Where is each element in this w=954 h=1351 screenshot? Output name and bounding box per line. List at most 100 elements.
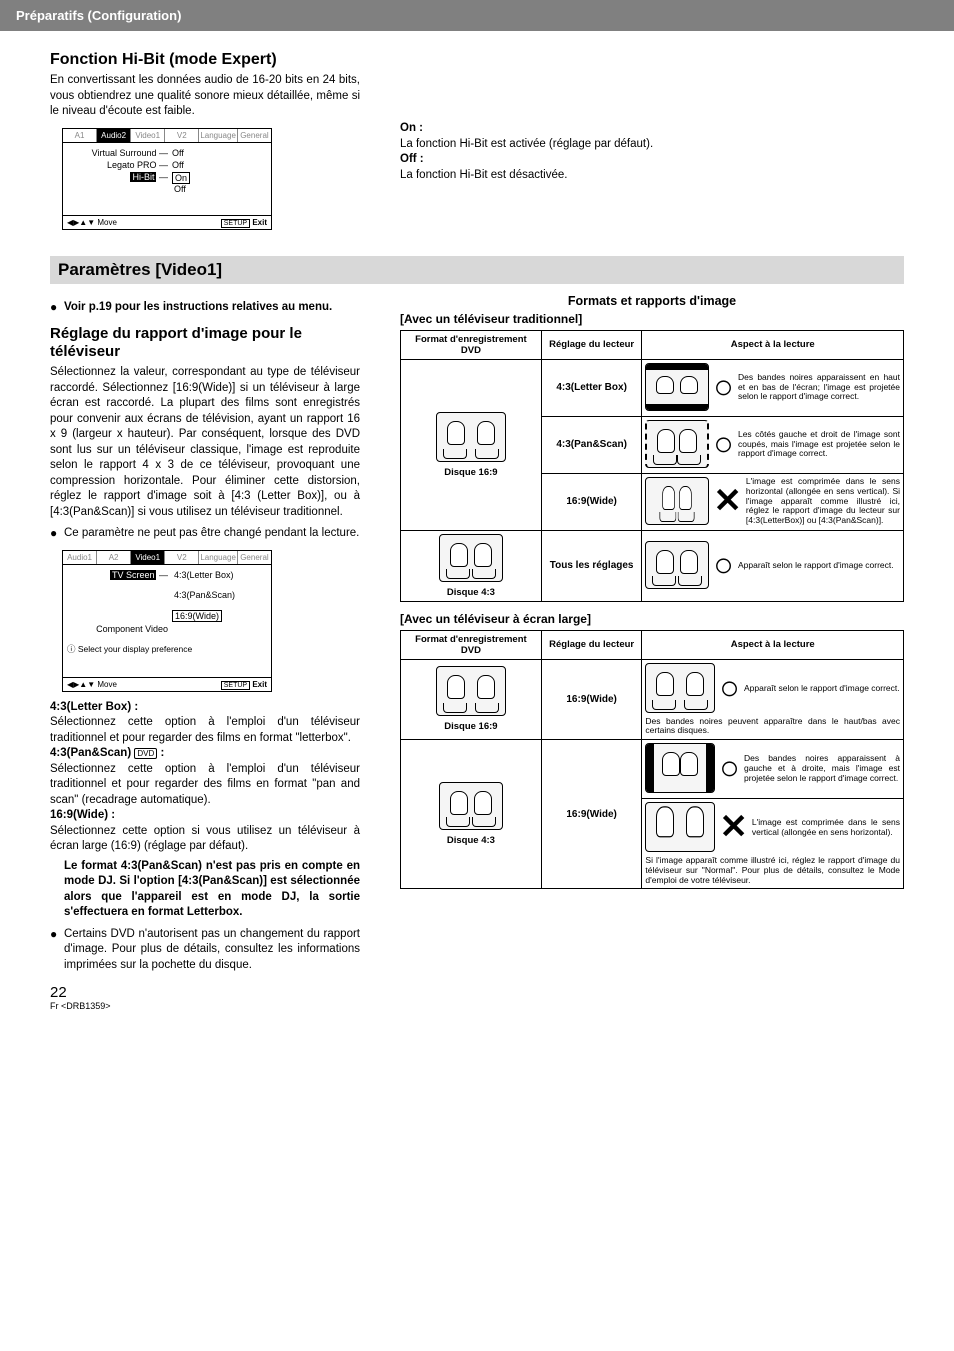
wide-desc: Sélectionnez cette option si vous utilis… <box>50 824 360 855</box>
result-ps-txt: Les côtés gauche et droit de l'image son… <box>738 430 900 459</box>
th-aspect: Aspect à la lecture <box>642 330 904 359</box>
dj-note: Le format 4:3(Pan&Scan) n'est pas pris e… <box>64 860 360 919</box>
wide-label: 16:9(Wide) : <box>50 809 115 821</box>
exit-label2: Exit <box>252 680 267 689</box>
ps-label: 4:3(Pan&Scan) <box>50 747 131 759</box>
tab-v2-b: V2 <box>165 551 199 564</box>
mark-ok-icon: ○ <box>719 755 740 782</box>
tab-language: Language <box>199 129 238 142</box>
aspect-table-wide: Format d'enregistrement DVD Réglage du l… <box>400 630 904 890</box>
hibit-title: Fonction Hi-Bit (mode Expert) <box>50 51 360 69</box>
caption-disc43b: Disque 4:3 <box>404 835 538 846</box>
setting-wide: 16:9(Wide) <box>541 473 642 530</box>
arrows-icon: ◀▶▲▼ <box>67 218 95 227</box>
thumb-source-169 <box>436 412 506 462</box>
bullet-icon: ● <box>50 927 64 974</box>
caption-disc169: Disque 16:9 <box>404 467 538 478</box>
ps-colon: : <box>157 747 164 759</box>
tab-general-b: General <box>238 551 271 564</box>
bullet-icon: ● <box>50 526 64 542</box>
setup-screen-audio2: A1 Audio2 Video1 V2 Language General Vir… <box>62 128 272 230</box>
bullet-instructions: Voir p.19 pour les instructions relative… <box>64 301 332 313</box>
lb-label: 4:3(Letter Box) : <box>50 701 138 713</box>
result-stretch-txt: L'image est comprimée dans le sens verti… <box>752 818 900 838</box>
setup-label: SETUP <box>221 219 250 228</box>
row-vs-label: Virtual Surround — <box>67 148 172 158</box>
tab-language-b: Language <box>199 551 238 564</box>
mark-bad-icon: ✕ <box>719 814 748 841</box>
page-code: Fr <DRB1359> <box>50 1001 360 1011</box>
result-sq-txt: L'image est comprimée dans le sens horiz… <box>746 477 900 526</box>
bullet-nochange: Ce paramètre ne peut pas être changé pen… <box>64 526 360 542</box>
on-label: On : <box>400 122 423 134</box>
info-row: ⓘ Select your display preference <box>63 635 271 657</box>
result-pillar-txt: Des bandes noires apparaissent à gauche … <box>744 754 900 783</box>
thumb-source-43 <box>439 534 503 582</box>
row-legato-label: Legato PRO — <box>67 160 172 170</box>
tab-a1: A1 <box>63 129 97 142</box>
setting-ps: 4:3(Pan&Scan) <box>541 416 642 473</box>
tab-v2: V2 <box>165 129 199 142</box>
section-bar: Paramètres [Video1] <box>50 256 904 284</box>
mark-bad-icon: ✕ <box>713 488 742 515</box>
setting-wide2: 16:9(Wide) <box>541 659 642 740</box>
aspect-table-traditional: Format d'enregistrement DVD Réglage du l… <box>400 330 904 602</box>
tv-title: Réglage du rapport d'image pour le télév… <box>50 325 360 361</box>
thumb-result-lb <box>645 363 709 411</box>
breadcrumb: Préparatifs (Configuration) <box>16 8 181 23</box>
mark-ok-icon: ○ <box>713 374 734 401</box>
exit-label: Exit <box>252 218 267 227</box>
setting-all: Tous les réglages <box>541 530 642 601</box>
result-ok-txt: Apparaît selon le rapport d'image correc… <box>738 561 894 571</box>
setting-wide3: 16:9(Wide) <box>541 740 642 889</box>
info-text: Select your display preference <box>78 644 192 654</box>
tab-audio1: Audio1 <box>63 551 97 564</box>
result-stretch-note: Si l'image apparaît comme illustré ici, … <box>645 856 900 885</box>
thumb-result-ps <box>645 420 709 468</box>
opt-lb: 4:3(Letter Box) <box>172 570 267 580</box>
th-reglage2: Réglage du lecteur <box>541 630 642 659</box>
caption-disc169b: Disque 16:9 <box>404 721 538 732</box>
mark-ok-icon: ○ <box>713 552 734 579</box>
formats-sub1: [Avec un téléviseur traditionnel] <box>400 312 904 326</box>
on-desc: La fonction Hi-Bit est activée (réglage … <box>400 137 904 153</box>
tab-audio2: Audio2 <box>97 129 131 142</box>
thumb-source-169b <box>436 666 506 716</box>
opt-wide: 16:9(Wide) <box>172 610 222 622</box>
thumb-source-43b <box>439 782 503 830</box>
result-lb-txt: Des bandes noires apparaissent en haut e… <box>738 373 900 402</box>
bullet-dvd: Certains DVD n'autorisent pas un changem… <box>64 927 360 974</box>
formats-title: Formats et rapports d'image <box>400 294 904 308</box>
off-label: Off : <box>400 153 424 165</box>
mark-ok-icon: ○ <box>713 431 734 458</box>
hibit-desc: En convertissant les données audio de 16… <box>50 73 360 120</box>
move-label: Move <box>97 218 117 227</box>
result-wideok-txt: Apparaît selon le rapport d'image correc… <box>744 684 900 694</box>
tab-a2: A2 <box>97 551 131 564</box>
thumb-result-ok <box>645 541 709 589</box>
arrows-icon: ◀▶▲▼ <box>67 680 95 689</box>
mark-ok-icon: ○ <box>719 675 740 702</box>
thumb-result-squeeze <box>645 477 709 525</box>
thumb-result-wide-ok <box>645 663 715 713</box>
caption-disc43: Disque 4:3 <box>404 587 538 598</box>
off-desc: La fonction Hi-Bit est désactivée. <box>400 168 904 184</box>
th-reglage: Réglage du lecteur <box>541 330 642 359</box>
tab-video1-b: Video1 <box>131 551 165 564</box>
page-content: Fonction Hi-Bit (mode Expert) En convert… <box>0 31 954 1031</box>
row-hibit-off: Off <box>172 184 267 194</box>
tv-p1: Sélectionnez la valeur, correspondant au… <box>50 365 360 520</box>
thumb-result-stretch <box>645 802 715 852</box>
tab-video1: Video1 <box>131 129 165 142</box>
lb-desc: Sélectionnez cette option à l'emploi d'u… <box>50 715 360 746</box>
setup-screen-video1: Audio1 A2 Video1 V2 Language General TV … <box>62 550 272 692</box>
tab-general: General <box>238 129 271 142</box>
dvd-badge-icon: DVD <box>134 748 157 759</box>
formats-sub2: [Avec un téléviseur à écran large] <box>400 612 904 626</box>
ps-desc: Sélectionnez cette option à l'emploi d'u… <box>50 762 360 809</box>
th-format: Format d'enregistrement DVD <box>401 330 542 359</box>
page-number: 22 <box>50 984 360 1001</box>
bullet-icon: ● <box>50 300 64 316</box>
th-aspect2: Aspect à la lecture <box>642 630 904 659</box>
opt-ps: 4:3(Pan&Scan) <box>172 590 267 600</box>
